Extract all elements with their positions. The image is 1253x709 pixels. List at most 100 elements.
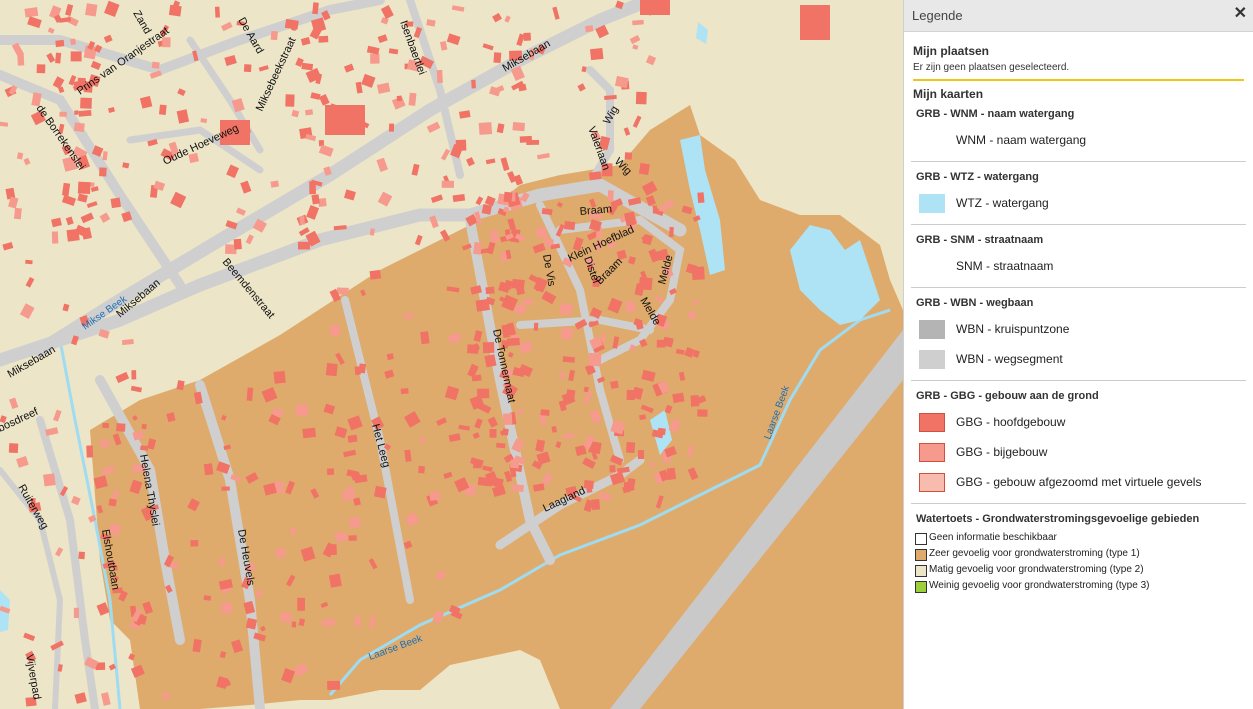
building: [78, 110, 92, 117]
building: [503, 191, 513, 203]
building: [533, 322, 539, 331]
building: [329, 324, 341, 337]
building: [396, 95, 403, 102]
legend-item: GBG - hoofdgebouw: [913, 411, 1244, 441]
building: [388, 123, 395, 132]
building: [73, 122, 85, 133]
building: [200, 118, 208, 124]
building: [481, 204, 492, 215]
building: [591, 499, 601, 511]
building: [354, 366, 361, 375]
legend-panel: Legende ✕ Mijn plaatsen Er zijn geen pla…: [903, 0, 1253, 709]
watertoets-title: Watertoets - Grondwaterstromingsgevoelig…: [916, 513, 1200, 525]
building: [373, 485, 387, 499]
building: [418, 465, 425, 474]
building: [482, 342, 495, 354]
building: [321, 618, 336, 627]
building: [672, 392, 685, 404]
building: [400, 388, 409, 395]
building: [540, 409, 550, 416]
legend-group: GRB - SNM - straatnaam SNM - straatnaam: [911, 225, 1246, 288]
building: [588, 171, 602, 181]
building: [70, 51, 82, 62]
building: [221, 486, 230, 491]
legend-item: WBN - wegsegment: [913, 348, 1244, 378]
building: [327, 680, 341, 690]
legend-item-label: WTZ - watergang: [956, 196, 1049, 210]
building: [650, 462, 655, 467]
building: [369, 269, 382, 280]
watertoets-group: Watertoets - Grondwaterstromingsgevoelig…: [913, 504, 1244, 595]
legend-group: GRB - WBN - wegbaan WBN - kruispuntzone WB…: [911, 288, 1246, 381]
map-view[interactable]: Zand Prins van Oranjestraat De Aard Miks…: [0, 0, 903, 709]
building: [273, 370, 286, 384]
building: [490, 230, 499, 243]
building: [638, 162, 650, 175]
building: [158, 104, 167, 115]
close-icon[interactable]: ✕: [1234, 5, 1247, 23]
building: [436, 69, 443, 84]
mijn-plaatsen-title: Mijn plaatsen: [913, 44, 990, 58]
legend-group-title: GRB - WNM - naam watergang: [916, 108, 1075, 120]
legend-item-label: GBG - gebouw afgezoomd met virtuele geve…: [956, 475, 1202, 489]
building: [635, 91, 647, 105]
building: [99, 167, 107, 177]
building: [640, 0, 670, 15]
building: [190, 540, 199, 547]
building: [441, 180, 454, 188]
building: [589, 321, 595, 326]
building: [466, 344, 479, 354]
building: [489, 429, 497, 438]
building: [86, 445, 94, 458]
watertoets-label: Geen informatie beschikbaar: [929, 532, 1057, 543]
building: [8, 443, 19, 454]
building: [59, 111, 67, 117]
legend-swatch: [919, 350, 945, 369]
watertoets-swatch: [915, 581, 927, 593]
building: [318, 35, 329, 43]
building: [325, 363, 338, 377]
building: [243, 64, 252, 73]
building: [69, 38, 77, 46]
legend-group: GRB - GBG - gebouw aan de grond GBG - hoo…: [911, 381, 1246, 504]
building: [13, 207, 22, 220]
building: [327, 468, 335, 475]
building: [291, 621, 297, 628]
legend-swatch: [919, 443, 945, 462]
building: [55, 39, 65, 48]
legend-item-label: WBN - kruispuntzone: [956, 322, 1070, 336]
legend-group-title: GRB - WBN - wegbaan: [916, 297, 1034, 309]
building: [559, 302, 573, 316]
legend-body: Mijn plaatsen Er zijn geen plaatsen gese…: [904, 32, 1253, 595]
legend-item: GBG - gebouw afgezoomd met virtuele geve…: [913, 471, 1244, 501]
building: [656, 339, 666, 348]
legend-swatch: [919, 413, 945, 432]
building: [607, 190, 614, 202]
building: [507, 337, 520, 346]
legend-swatch: [919, 194, 945, 213]
building: [336, 287, 349, 295]
building: [624, 152, 633, 160]
building: [519, 135, 533, 143]
building: [305, 109, 314, 116]
building: [297, 597, 305, 611]
building: [590, 48, 604, 61]
building: [301, 62, 314, 71]
legend-item: WBN - kruispuntzone: [913, 318, 1244, 348]
legend-swatch: [919, 320, 945, 339]
map-canvas[interactable]: Zand Prins van Oranjestraat De Aard Miks…: [0, 0, 903, 709]
watertoets-item: Matig gevoelig voor grondwaterstroming (…: [913, 563, 1244, 579]
watertoets-label: Matig gevoelig voor grondwaterstroming (…: [929, 564, 1144, 575]
legend-item-label: WNM - naam watergang: [956, 133, 1087, 147]
building: [473, 241, 483, 255]
building: [626, 442, 636, 454]
building: [370, 53, 380, 64]
building: [245, 617, 258, 630]
building: [221, 602, 232, 614]
building: [588, 352, 602, 367]
building: [285, 94, 295, 107]
building: [77, 181, 91, 195]
legend-swatch: [919, 473, 945, 492]
legend-item: SNM - straatnaam: [913, 255, 1244, 285]
legend-swatch: [919, 131, 945, 150]
